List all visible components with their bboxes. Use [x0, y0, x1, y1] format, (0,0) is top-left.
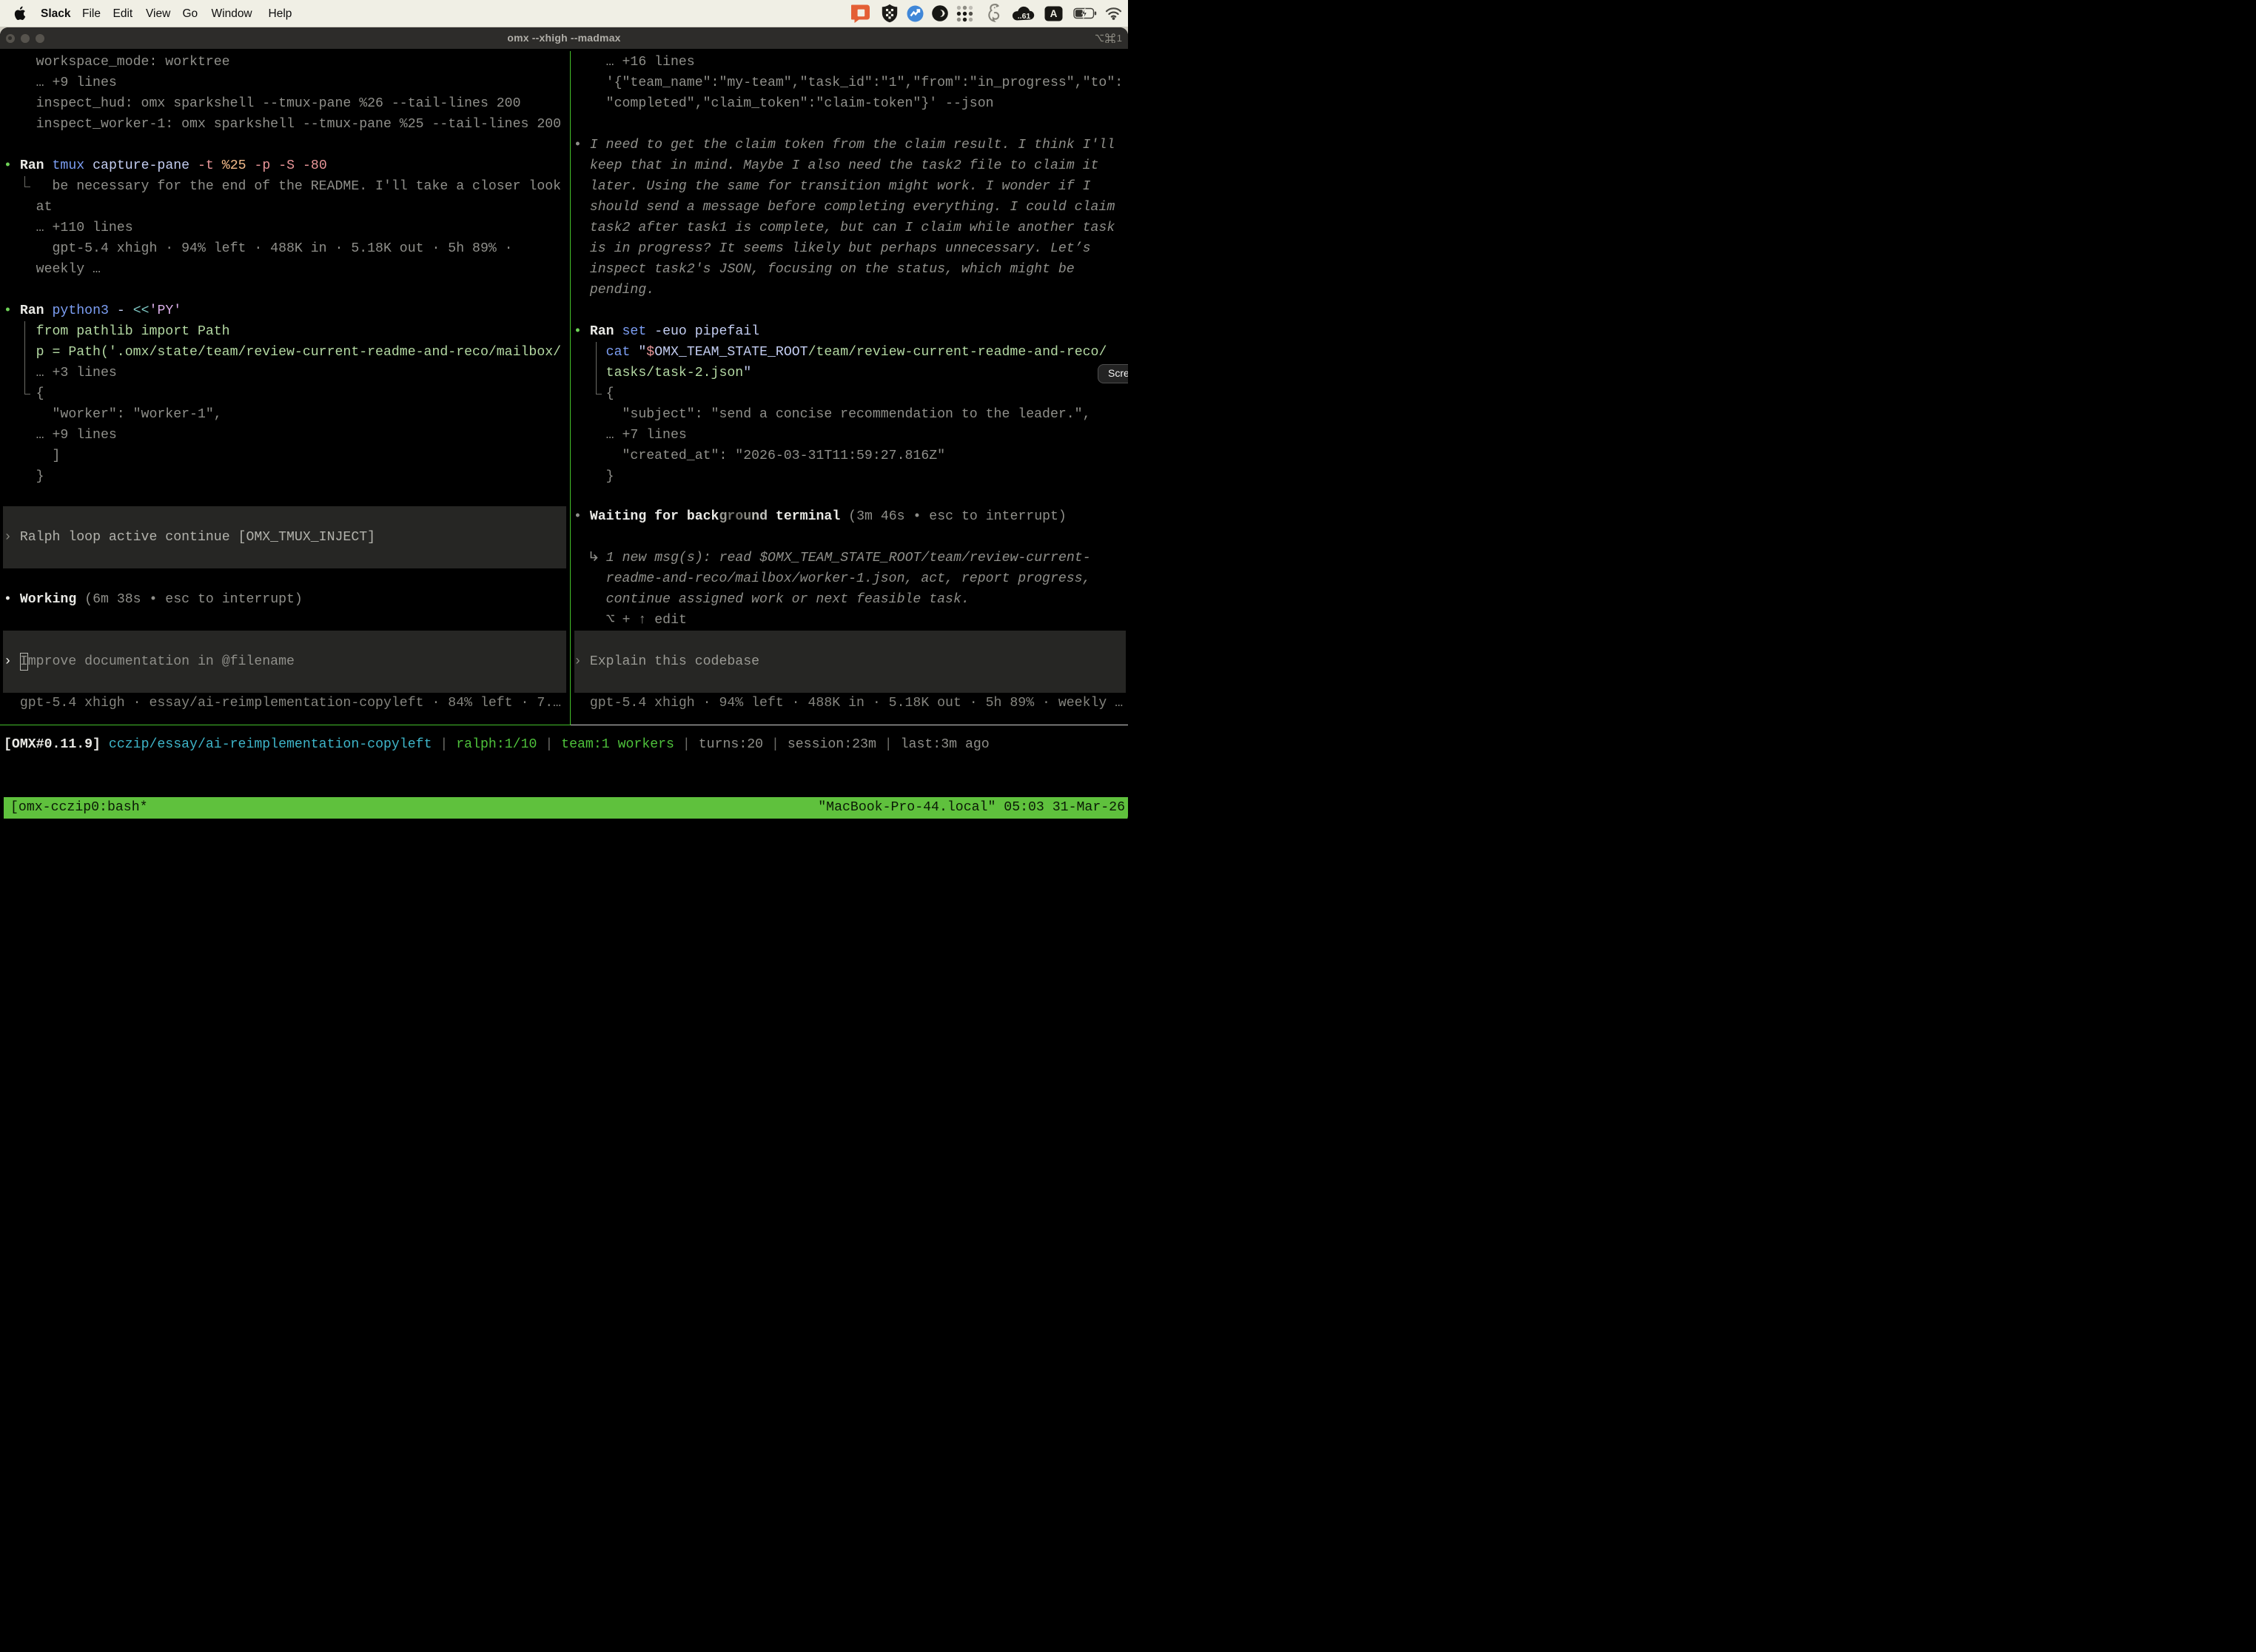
svg-text:A: A: [1050, 8, 1058, 19]
svg-text:..61: ..61: [1018, 12, 1031, 21]
